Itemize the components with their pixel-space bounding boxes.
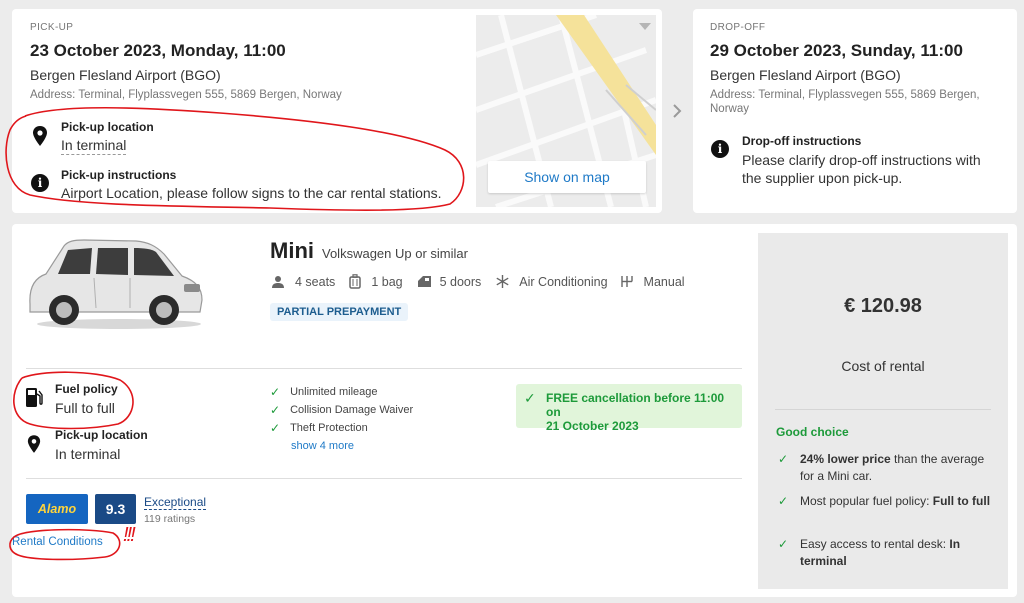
dropoff-instructions-line1: Please clarify drop-off instructions wit… xyxy=(742,152,981,168)
good-choice-item: ✓ 24% lower price than the average for a… xyxy=(778,452,985,483)
car-pickup-location-value: In terminal xyxy=(55,446,121,462)
car-pickup-location-title: Pick-up location xyxy=(55,428,148,442)
dropoff-heading: DROP-OFF xyxy=(710,22,766,33)
good-choice-item: ✓ Most popular fuel policy: Full to full xyxy=(778,494,991,508)
cancellation-line2: 21 October 2023 xyxy=(546,419,639,433)
luggage-icon xyxy=(349,274,362,289)
check-icon: ✓ xyxy=(778,537,789,551)
transmission-feature: Manual xyxy=(620,274,685,289)
location-pin-icon xyxy=(27,435,41,453)
pickup-heading: PICK-UP xyxy=(30,22,74,33)
price-panel: € 120.98 Cost of rental Good choice ✓ 24… xyxy=(758,233,1008,589)
car-image xyxy=(29,239,203,329)
gearshift-icon xyxy=(620,276,633,287)
pickup-instructions-title: Pick-up instructions xyxy=(61,168,177,182)
fuel-policy-value: Full to full xyxy=(55,400,115,416)
annotation-exclamations: !!! xyxy=(123,524,136,546)
pickup-address: Address: Terminal, Flyplassvegen 555, 58… xyxy=(30,89,342,101)
pickup-location: Bergen Flesland Airport (BGO) xyxy=(30,67,221,83)
partial-prepayment-badge: PARTIAL PREPAYMENT xyxy=(270,303,409,321)
pickup-location-value[interactable]: In terminal xyxy=(61,137,127,155)
check-icon: ✓ xyxy=(270,421,281,435)
divider xyxy=(26,368,742,369)
price-label: Cost of rental xyxy=(841,358,925,374)
dropoff-datetime: 29 October 2023, Sunday, 11:00 xyxy=(710,41,963,60)
ratings-count: 119 ratings xyxy=(144,513,196,525)
car-model: Volkswagen Up or similar xyxy=(322,246,468,261)
good-choice-heading: Good choice xyxy=(776,425,849,439)
rating-score-badge: 9.3 xyxy=(95,494,136,524)
person-icon xyxy=(272,275,284,288)
ac-feature: Air Conditioning xyxy=(495,274,608,289)
rental-conditions-link[interactable]: Rental Conditions xyxy=(12,536,103,548)
car-features: 4 seats 1 bag 5 doors Air Conditioning M… xyxy=(271,274,685,289)
seats-feature: 4 seats xyxy=(271,274,335,289)
check-icon: ✓ xyxy=(270,385,281,399)
dropoff-address-line1: Address: Terminal, Flyplassvegen 555, 58… xyxy=(710,89,980,101)
dropoff-card: DROP-OFF 29 October 2023, Sunday, 11:00 … xyxy=(693,9,1017,213)
fuel-policy-title: Fuel policy xyxy=(55,382,118,396)
inclusion-item: ✓ Theft Protection xyxy=(270,421,368,435)
pickup-instructions-value: Airport Location, please follow signs to… xyxy=(61,185,442,201)
dropoff-location: Bergen Flesland Airport (BGO) xyxy=(710,67,901,83)
info-icon: i xyxy=(711,140,729,158)
divider xyxy=(26,478,742,479)
dropoff-instructions-line2: the supplier upon pick-up. xyxy=(742,170,903,186)
dropoff-address-line2: Norway xyxy=(710,103,749,115)
good-choice-item: ✓ Easy access to rental desk: In termina… xyxy=(778,537,961,568)
location-pin-icon xyxy=(33,126,47,146)
car-door-icon xyxy=(417,276,431,287)
check-icon: ✓ xyxy=(778,452,789,466)
car-title: Mini Volkswagen Up or similar xyxy=(270,238,468,264)
dropoff-instructions-title: Drop-off instructions xyxy=(742,134,862,148)
cancellation-line1: FREE cancellation before 11:00 on xyxy=(546,391,725,419)
pickup-card: PICK-UP 23 October 2023, Monday, 11:00 B… xyxy=(12,9,662,213)
show-on-map-button[interactable]: Show on map xyxy=(488,161,646,193)
info-icon: i xyxy=(31,174,49,192)
pickup-location-title: Pick-up location xyxy=(61,120,154,134)
price-amount: € 120.98 xyxy=(844,295,922,317)
pickup-datetime: 23 October 2023, Monday, 11:00 xyxy=(30,41,286,60)
inclusion-item: ✓ Collision Damage Waiver xyxy=(270,403,414,417)
free-cancellation-box: ✓ FREE cancellation before 11:00 on 21 O… xyxy=(516,384,742,433)
chevron-right-icon xyxy=(673,104,682,118)
fuel-pump-icon xyxy=(26,388,43,407)
car-category: Mini xyxy=(270,238,314,263)
rating-label[interactable]: Exceptional xyxy=(144,495,207,510)
check-icon: ✓ xyxy=(524,390,536,406)
alamo-logo: Alamo xyxy=(26,494,88,524)
bags-feature: 1 bag xyxy=(349,274,403,289)
divider xyxy=(775,409,991,410)
inclusions-list: ✓ Unlimited mileage ✓ Collision Damage W… xyxy=(270,383,413,455)
inclusion-item: ✓ Unlimited mileage xyxy=(270,385,378,399)
snowflake-icon xyxy=(496,275,509,288)
check-icon: ✓ xyxy=(270,403,281,417)
doors-feature: 5 doors xyxy=(417,274,481,289)
car-offer-card: Mini Volkswagen Up or similar 4 seats 1 … xyxy=(12,224,1017,597)
check-icon: ✓ xyxy=(778,494,789,508)
show-more-link[interactable]: show 4 more xyxy=(291,440,354,452)
